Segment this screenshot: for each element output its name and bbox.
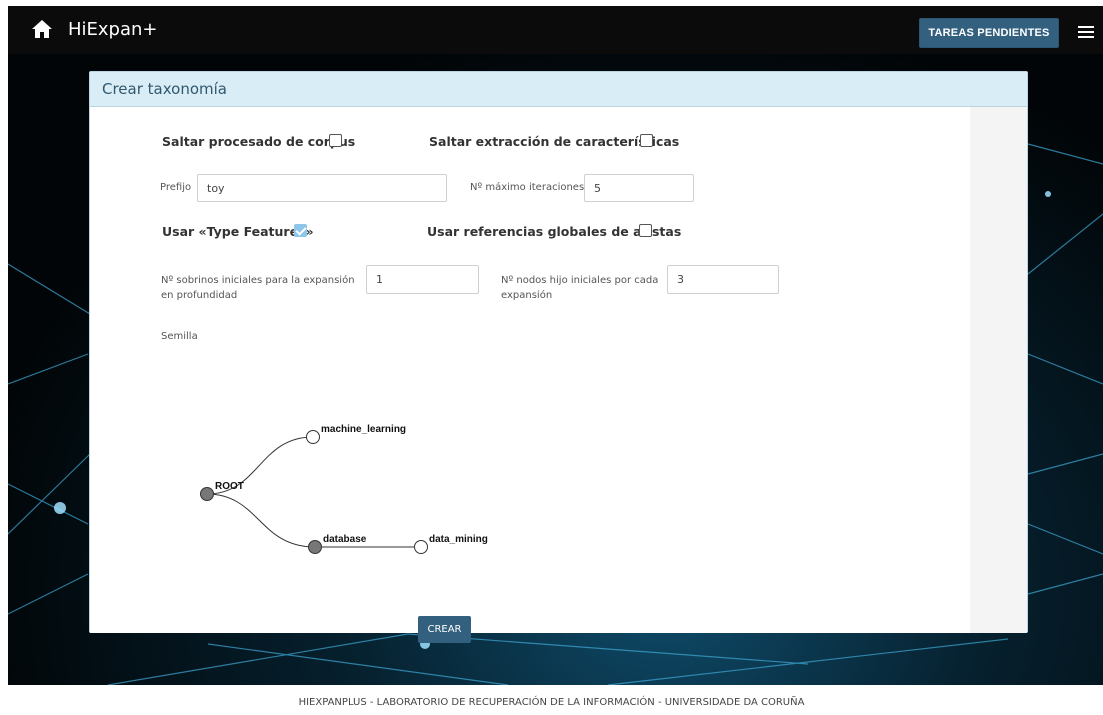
tree-node-data-mining[interactable]: data_mining <box>414 534 488 554</box>
create-taxonomy-card: Crear taxonomía Saltar procesado de corp… <box>89 71 1028 643</box>
home-icon[interactable] <box>32 20 52 38</box>
taxonomy-form: Saltar procesado de corpus Saltar extrac… <box>144 107 970 643</box>
card-margin-right <box>969 107 1027 633</box>
node-label-db: database <box>323 534 367 545</box>
footer-text: HIEXPANPLUS - LABORATORIO DE RECUPERACIÓ… <box>298 697 805 708</box>
tree-node-root[interactable]: ROOT <box>200 481 244 501</box>
pending-tasks-button[interactable]: TAREAS PENDIENTES <box>919 18 1059 48</box>
card-title: Crear taxonomía <box>90 72 1027 107</box>
node-label-ml: machine_learning <box>321 424 406 435</box>
navbar: HiExpan+ TAREAS PENDIENTES <box>8 6 1103 54</box>
tree-node-database[interactable]: database <box>308 534 367 554</box>
node-label-root: ROOT <box>215 481 244 492</box>
brand-title[interactable]: HiExpan+ <box>68 19 158 40</box>
edge-root-db <box>206 493 316 548</box>
seed-tree[interactable]: ROOT machine_learning database data_mini… <box>144 107 970 557</box>
hamburger-menu-icon[interactable] <box>1078 26 1094 38</box>
create-button[interactable]: CREAR <box>418 616 471 643</box>
node-label-dm: data_mining <box>429 534 488 545</box>
tree-node-machine-learning[interactable]: machine_learning <box>306 424 407 444</box>
card-margin-left <box>90 107 144 633</box>
